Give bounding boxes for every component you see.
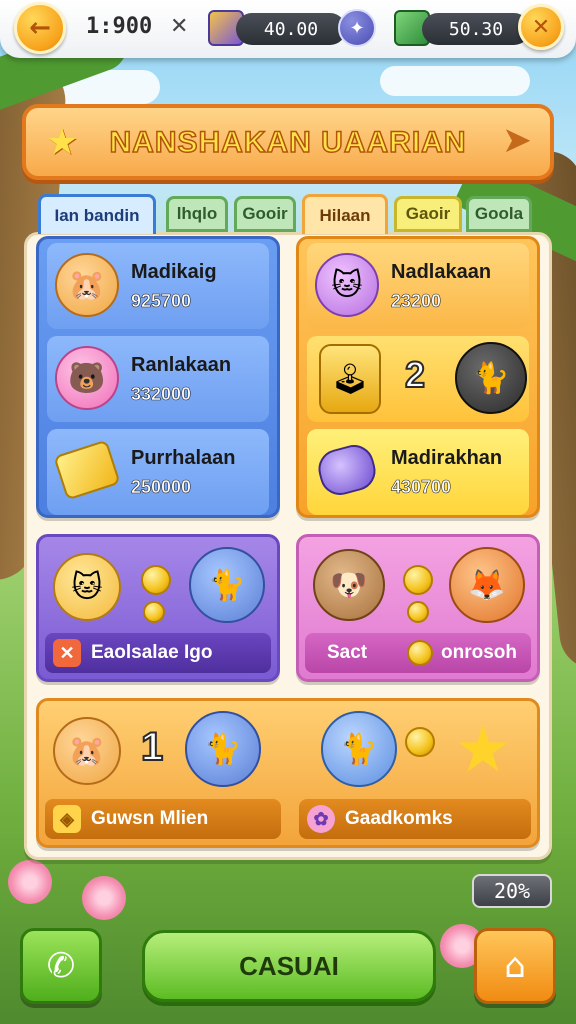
close-x-icon: ✕ bbox=[53, 639, 81, 667]
coin-icon bbox=[403, 565, 433, 595]
reward-label-right: Gaadkomks bbox=[345, 808, 453, 829]
black-cat-icon: 🐈 bbox=[455, 342, 527, 414]
list-item[interactable]: 🐱 Nadlakaan 23200 bbox=[307, 243, 529, 329]
add-currency-1-button[interactable]: ✦ bbox=[338, 9, 376, 47]
home-icon: ⌂ bbox=[504, 946, 526, 986]
hamster-icon: 🐹 bbox=[55, 253, 119, 317]
item-value: 332000 bbox=[131, 384, 192, 405]
hamster-icon: 🐹 bbox=[53, 717, 121, 785]
coin-icon bbox=[143, 601, 165, 623]
list-item[interactable]: Purrhalaan 250000 bbox=[47, 429, 269, 515]
currency-2-display: 50.30 bbox=[422, 13, 530, 45]
clock-readout: 1:900 bbox=[86, 14, 153, 39]
yellow-cat-icon: 🐱 bbox=[53, 553, 121, 621]
promo-strip: ✕ Eaolsalae Igo bbox=[45, 633, 271, 673]
item-value: 925700 bbox=[131, 291, 192, 312]
tab-2[interactable]: lhqlo bbox=[166, 196, 228, 232]
promo-strip: Sact onrosoh bbox=[305, 633, 531, 673]
title-banner: ★ NANSHAKAN UAARIAN ➤ bbox=[22, 104, 554, 180]
item-value: 430700 bbox=[391, 477, 452, 498]
close-button[interactable]: ✕ bbox=[518, 4, 564, 50]
promo-label: Eaolsalae Igo bbox=[91, 642, 213, 663]
promo-card-right[interactable]: 🐶 🦊 Sact onrosoh bbox=[296, 534, 540, 682]
pink-bear-icon: 🐻 bbox=[55, 346, 119, 410]
phone-button[interactable]: ✆ bbox=[20, 928, 102, 1004]
reward-strip-right: ✿ Gaadkomks bbox=[299, 799, 531, 839]
arrow-right-icon[interactable]: ➤ bbox=[502, 120, 532, 161]
tab-1[interactable]: Ian bandin bbox=[38, 194, 156, 234]
tab-6[interactable]: Goola bbox=[466, 196, 532, 232]
item-name: Purrhalaan bbox=[131, 447, 236, 469]
reward-strip-left: ◈ Guwsn Mlien bbox=[45, 799, 281, 839]
joystick-trophy-icon: 🕹 bbox=[319, 344, 381, 414]
list-item[interactable]: 🐻 Ranlakaan 332000 bbox=[47, 336, 269, 422]
item-name: Ranlakaan bbox=[131, 354, 232, 376]
currency-1-display: 40.00 bbox=[236, 13, 346, 45]
top-status-bar: ← 1:900 ✕ 40.00 ✦ 50.30 ✕ bbox=[0, 0, 576, 58]
coin-icon bbox=[407, 640, 433, 666]
percent-badge: 20% bbox=[472, 874, 552, 908]
coin-icon bbox=[405, 727, 435, 757]
casual-button[interactable]: CASUAI bbox=[142, 930, 436, 1002]
promo-label-right: onrosoh bbox=[441, 642, 517, 663]
item-name: Nadlakaan bbox=[391, 261, 492, 283]
badge-icon: ◈ bbox=[53, 805, 81, 833]
item-value: 250000 bbox=[131, 477, 192, 498]
rewards-card[interactable]: 🐹 1 🐈 🐈 ★ ◈ Guwsn Mlien ✿ Gaadkomks bbox=[36, 698, 540, 848]
item-name: Madirakhan bbox=[391, 447, 503, 469]
flower bbox=[82, 876, 126, 920]
star-trophy-icon: ★ bbox=[454, 713, 512, 787]
left-list-card: 🐹 Madikaig 925700 🐻 Ranlakaan 332000 Pur… bbox=[36, 236, 280, 518]
cloud bbox=[380, 66, 530, 96]
item-value: 23200 bbox=[391, 291, 442, 312]
home-button[interactable]: ⌂ bbox=[474, 928, 556, 1004]
right-list-card: 🐱 Nadlakaan 23200 🕹 2 🐈 Madirakhan 43070… bbox=[296, 236, 540, 518]
rank-number: 2 bbox=[404, 353, 426, 396]
list-item[interactable]: 🐹 Madikaig 925700 bbox=[47, 243, 269, 329]
coin-icon bbox=[407, 601, 429, 623]
phone-icon: ✆ bbox=[46, 946, 76, 986]
reward-label-left: Guwsn Mlien bbox=[91, 808, 209, 829]
flower bbox=[8, 860, 52, 904]
plus-icon: ✦ bbox=[349, 17, 365, 39]
item-name: Madikaig bbox=[131, 261, 217, 283]
back-arrow-icon: ← bbox=[29, 13, 51, 43]
purple-cat-icon: 🐱 bbox=[315, 253, 379, 317]
close-small-icon[interactable]: ✕ bbox=[170, 14, 188, 39]
gold-bar-icon bbox=[53, 439, 121, 501]
promo-label-left: Sact bbox=[327, 642, 368, 663]
close-icon: ✕ bbox=[531, 14, 551, 40]
tab-5[interactable]: Gaoir bbox=[394, 196, 462, 232]
blue-cat-icon: 🐈 bbox=[185, 711, 261, 787]
list-item[interactable]: 🕹 2 🐈 bbox=[307, 336, 529, 422]
tab-3[interactable]: Gooir bbox=[234, 196, 296, 232]
list-item[interactable]: Madirakhan 430700 bbox=[307, 429, 529, 515]
flower-badge-icon: ✿ bbox=[307, 805, 335, 833]
fox-icon: 🦊 bbox=[449, 547, 525, 623]
promo-card-left[interactable]: 🐱 🐈 ✕ Eaolsalae Igo bbox=[36, 534, 280, 682]
reward-number: 1 bbox=[140, 724, 164, 770]
page-title: NANSHAKAN UAARIAN bbox=[109, 125, 467, 160]
star-icon: ★ bbox=[46, 122, 79, 163]
purple-gem-icon bbox=[314, 440, 380, 500]
brown-dog-icon: 🐶 bbox=[313, 549, 385, 621]
blue-cat-icon: 🐈 bbox=[189, 547, 265, 623]
back-button[interactable]: ← bbox=[14, 2, 66, 54]
coin-icon bbox=[141, 565, 171, 595]
tab-4[interactable]: Hilaan bbox=[302, 194, 388, 234]
blue-robot-cat-icon: 🐈 bbox=[321, 711, 397, 787]
